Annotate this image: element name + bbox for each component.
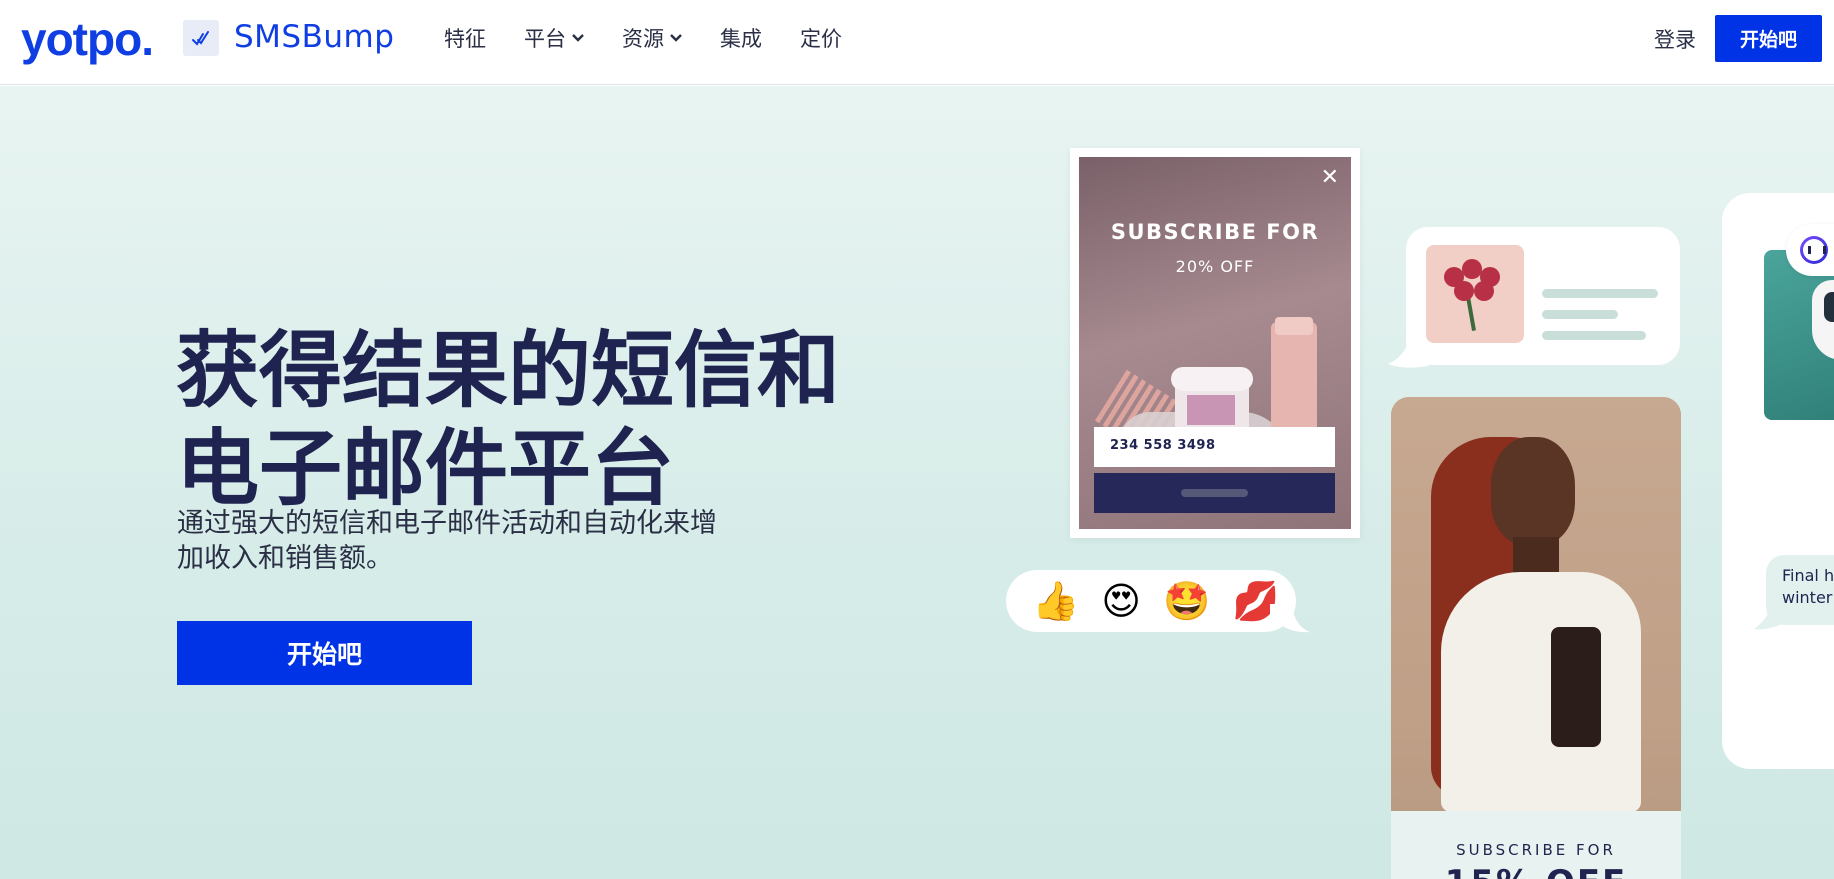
placeholder-line [1542, 310, 1618, 319]
placeholder-line [1542, 289, 1658, 298]
message-line-1: Final h [1782, 566, 1834, 585]
site-header: yotpo. SMSBump 特征 平台 资源 集成 定价 登录 开始吧 [0, 0, 1834, 85]
nav-item-pricing[interactable]: 定价 [800, 23, 842, 53]
phone-input[interactable]: 234 558 3498 [1094, 427, 1335, 467]
subscribe-popup-card: ✕ SUBSCRIBE FOR 20% OFF 234 558 3498 [1070, 148, 1360, 538]
nav-label: 特征 [444, 27, 486, 51]
nav-item-resources[interactable]: 资源 [622, 23, 682, 53]
jar-label-illustration [1187, 395, 1235, 425]
chevron-down-icon [572, 34, 584, 42]
header-start-button[interactable]: 开始吧 [1715, 15, 1822, 62]
subtext-line-2: 加收入和销售额。 [177, 543, 393, 574]
hero-subtext: 通过强大的短信和电子邮件活动和自动化来增 加收入和销售额。 [177, 506, 767, 576]
subscribe-promo-card: SUBSCRIBE FOR 15% OFF [1391, 397, 1681, 879]
popup-title: SUBSCRIBE FOR [1110, 220, 1320, 244]
model-top [1551, 627, 1601, 747]
placeholder-line [1542, 331, 1646, 340]
sneaker-detail [1824, 292, 1834, 322]
popup-discount: 20% OFF [1175, 257, 1255, 276]
heart-eyes-icon: 😍 [1101, 579, 1141, 623]
thumbs-up-icon: 👍 [1032, 579, 1080, 623]
message-line-2: winter [1782, 588, 1833, 607]
promo-card-footer: SUBSCRIBE FOR 15% OFF [1391, 811, 1681, 879]
chevron-down-icon [670, 34, 682, 42]
subscribe-popup: ✕ SUBSCRIBE FOR 20% OFF 234 558 3498 [1079, 157, 1351, 529]
flowers-image [1426, 245, 1524, 343]
nav-label: 平台 [524, 27, 566, 51]
nav-label: 集成 [720, 27, 762, 51]
message-bubble [1406, 227, 1680, 365]
tube-illustration [1271, 322, 1317, 437]
nav-item-integrations[interactable]: 集成 [720, 23, 762, 53]
hero-headline: 获得结果的短信和 电子邮件平台 [176, 322, 876, 518]
bubble-tail [1270, 604, 1310, 633]
smsbump-check-icon [183, 20, 219, 56]
model-jacket [1441, 572, 1641, 812]
login-link[interactable]: 登录 [1654, 24, 1696, 54]
yotpo-logo[interactable]: yotpo. [21, 12, 154, 66]
hero-section: 获得结果的短信和 电子邮件平台 通过强大的短信和电子邮件活动和自动化来增 加收入… [0, 86, 1834, 879]
promo-subscribe-label: SUBSCRIBE FOR [1456, 841, 1616, 859]
chat-widget-button[interactable] [1786, 224, 1834, 276]
flower [1474, 281, 1494, 301]
main-nav: 特征 平台 资源 集成 定价 [444, 23, 880, 53]
close-icon[interactable]: ✕ [1321, 165, 1339, 190]
emoji-reaction-bubble: 👍 😍 🤩 💋 [1006, 570, 1296, 632]
phone-mockup: Final h winter [1722, 193, 1834, 769]
chatbot-icon [1800, 236, 1828, 264]
nav-label: 资源 [622, 27, 664, 51]
model-face [1491, 437, 1575, 545]
phone-message-bubble: Final h winter [1766, 555, 1834, 625]
jar-lid-illustration [1171, 367, 1253, 391]
nav-label: 定价 [800, 27, 842, 51]
popup-submit-button[interactable] [1094, 473, 1335, 513]
nav-item-platform[interactable]: 平台 [524, 23, 584, 53]
headline-line-1: 获得结果的短信和 [176, 322, 840, 419]
flower [1454, 281, 1474, 301]
button-placeholder-bar [1181, 489, 1248, 497]
tube-cap-illustration [1275, 317, 1313, 335]
subtext-line-1: 通过强大的短信和电子邮件活动和自动化来增 [177, 508, 717, 539]
flower [1462, 259, 1482, 279]
smsbump-wordmark[interactable]: SMSBump [234, 19, 394, 55]
promo-discount: 15% OFF [1391, 863, 1681, 879]
star-struck-icon: 🤩 [1162, 579, 1211, 623]
hero-start-button[interactable]: 开始吧 [177, 621, 472, 685]
nav-item-features[interactable]: 特征 [444, 23, 486, 53]
headline-line-2: 电子邮件平台 [176, 420, 674, 517]
